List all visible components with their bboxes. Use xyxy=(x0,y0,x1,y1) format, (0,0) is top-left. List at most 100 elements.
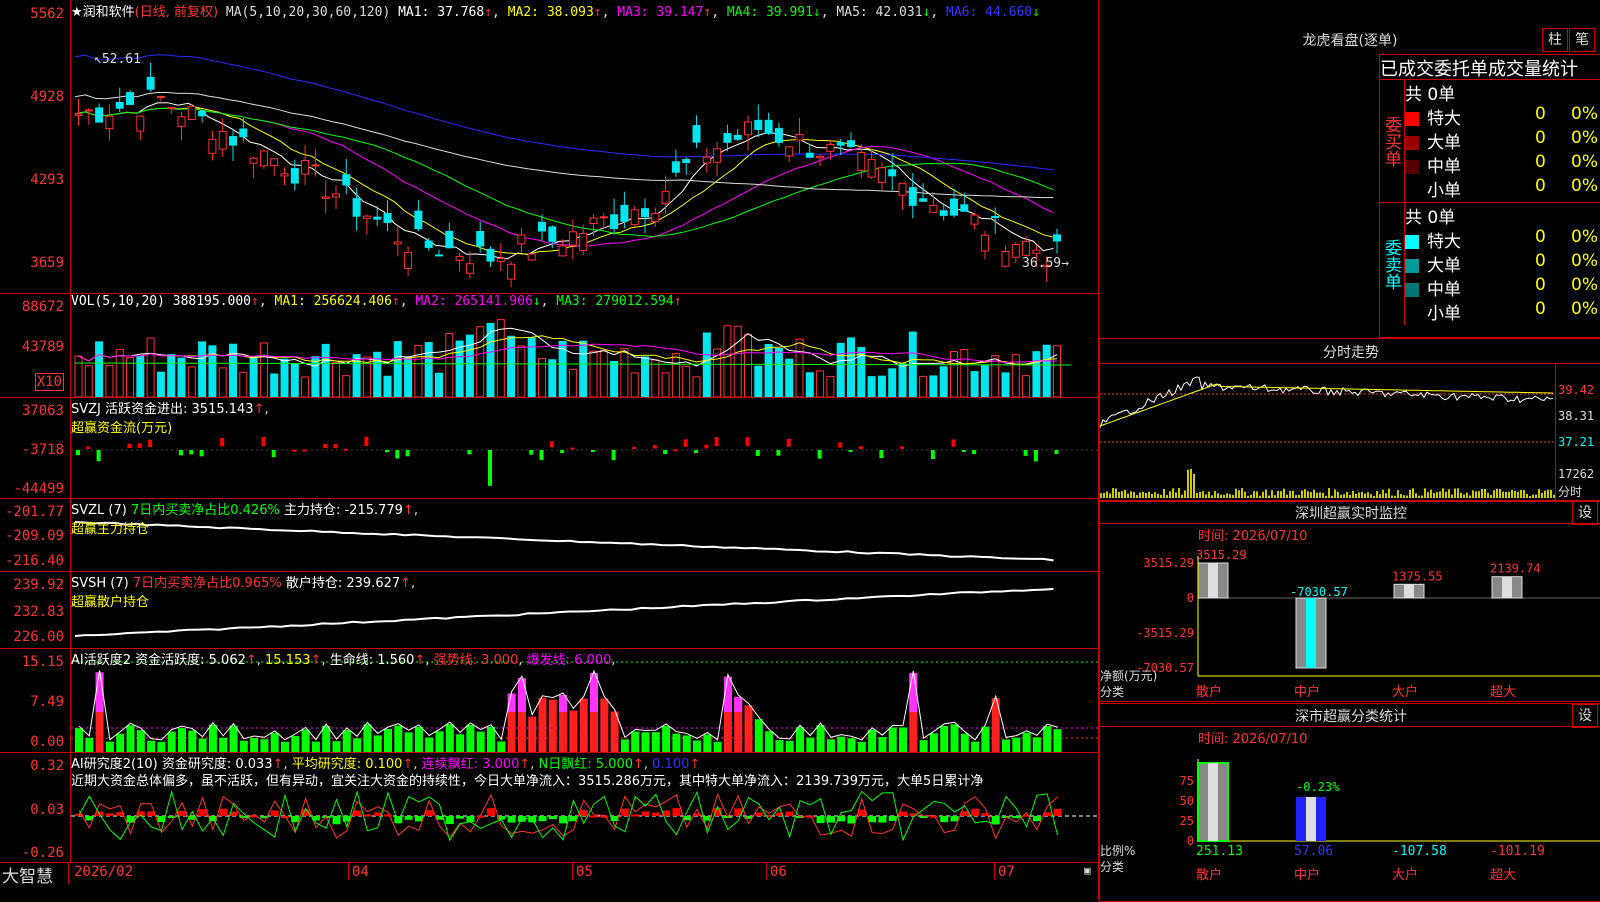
order-pct: 0% xyxy=(1571,152,1598,172)
settings-button[interactable]: 设 xyxy=(1572,501,1598,525)
price-tick: 5562 xyxy=(30,6,64,22)
intraday-volume-bar xyxy=(1106,491,1108,498)
activity-bar xyxy=(425,737,434,752)
ma-line-3 xyxy=(74,107,1054,247)
sz-monitor-panel[interactable]: 深圳超赢实时监控 设 时间: 2026/07/10 3515.29 0 -3515.… xyxy=(1099,500,1600,702)
intraday-volume-bar xyxy=(1247,495,1249,498)
intraday-volume-bar xyxy=(1319,492,1321,498)
intraday-volume-bar xyxy=(1397,490,1399,498)
intraday-volume-bar xyxy=(1400,493,1402,498)
date-axis: 大智慧 2026/02 04 05 06 07 ▣ xyxy=(0,862,1098,900)
category-label: 超大 xyxy=(1490,868,1516,883)
volume-bar xyxy=(980,365,989,397)
intraday-volume-bar xyxy=(1118,491,1120,498)
price-pane[interactable]: 5562 4928 4293 3659 ★润和软件(日线, 前复权) MA(5,… xyxy=(0,0,1098,294)
intraday-panel[interactable]: 分时走势 39.42 38.31 37.21 17262 分时 xyxy=(1099,338,1600,502)
activity-bar xyxy=(940,725,949,752)
volume-bar xyxy=(362,356,371,397)
column-view-button[interactable]: 柱 xyxy=(1542,28,1568,52)
flow-bar xyxy=(652,445,657,449)
volume-bar xyxy=(95,341,104,397)
order-size-label: 大单 xyxy=(1427,256,1461,276)
research-bar xyxy=(1053,808,1062,816)
intraday-volume-bar xyxy=(1187,469,1189,498)
order-size-label: 大单 xyxy=(1427,133,1461,153)
candle-body xyxy=(290,168,299,184)
volume-bar xyxy=(229,343,237,397)
volume-bar xyxy=(651,359,660,397)
intraday-volume-bar xyxy=(1382,489,1384,498)
flow-bar xyxy=(467,450,472,455)
candle-body xyxy=(847,140,855,147)
activity-bar xyxy=(950,724,959,752)
volume-bar xyxy=(383,375,392,397)
ma3-value: MA3: 39.147 xyxy=(617,5,704,20)
candle-body xyxy=(476,231,485,247)
intraday-volume-bar xyxy=(1415,493,1417,498)
intraday-volume-bar xyxy=(1115,488,1117,498)
activity-bar xyxy=(631,731,640,752)
svsh-pane[interactable]: 239.92 232.83 226.00 SVSH (7) 7日内买卖净占比0.… xyxy=(0,571,1098,649)
volume-bar xyxy=(888,368,897,397)
intraday-volume-bar xyxy=(1223,494,1225,498)
intraday-volume-bar xyxy=(1385,493,1387,498)
research-bar xyxy=(888,816,897,821)
intraday-volume-bar xyxy=(1451,494,1453,498)
category-label: 中户 xyxy=(1294,684,1320,700)
order-pct: 0% xyxy=(1571,104,1598,124)
candle-body xyxy=(393,241,402,245)
flow-bar xyxy=(776,450,781,456)
ai-research-pane[interactable]: 0.32 0.03 -0.26 AI研究度2(10) 资金研究度: 0.033↑… xyxy=(0,752,1098,863)
ratio-bar-chart[interactable]: 75 50 25 0 -0.23% 251.13 散户 57.06 中户 -107.58 大户 -10… xyxy=(1100,729,1600,901)
activity-bar xyxy=(662,725,671,752)
kline-chart-area[interactable]: 5562 4928 4293 3659 ★润和软件(日线, 前复权) MA(5,… xyxy=(0,0,1098,900)
research-bar xyxy=(620,808,629,816)
candle-body xyxy=(126,92,134,105)
activity-bar xyxy=(322,726,331,752)
color-swatch xyxy=(1405,112,1419,126)
ai-research-comment: 近期大资金总体偏多，虽不活跃，但有异动，宜关注大资金的持续性，今日大单净流入：3… xyxy=(71,774,984,789)
ai-activity-pane[interactable]: 15.15 7.49 0.00 AI活跃度2 资金活跃度: 5.062↑, 15… xyxy=(0,648,1098,753)
intraday-volume-bar xyxy=(1550,489,1552,498)
activity-bar xyxy=(445,724,454,752)
flow-bar xyxy=(570,447,575,450)
flow-bar xyxy=(271,450,276,458)
activity-bar xyxy=(178,728,186,752)
settings-button[interactable]: 设 xyxy=(1572,704,1598,728)
volume-bar xyxy=(991,355,1000,397)
activity-bar xyxy=(487,726,495,752)
volume-bar xyxy=(702,332,711,397)
candle-body xyxy=(167,106,176,109)
candlestick-chart[interactable] xyxy=(71,0,1098,293)
sz-class-panel[interactable]: 深市超赢分类统计 设 时间: 2026/07/10 75 50 25 0 -0.23% 2… xyxy=(1099,703,1600,902)
research-bar xyxy=(219,808,228,816)
ma-label: MA(5,10,20,30,60,120) xyxy=(225,5,391,20)
candle-body xyxy=(630,209,639,226)
intraday-volume-bar xyxy=(1202,491,1204,498)
order-count: 0 xyxy=(1535,176,1546,196)
volume-bar xyxy=(548,359,557,397)
value-label: -101.19 xyxy=(1490,844,1545,859)
intraday-volume-bar xyxy=(1121,491,1123,498)
flow-bar xyxy=(385,450,389,453)
price-legend: ★润和软件(日线, 前复权) MA(5,10,20,30,60,120) MA1… xyxy=(71,5,1040,20)
svzj-pane[interactable]: 37063 -3718 -44499 SVZJ 活跃资金进出: 3515.143… xyxy=(0,397,1098,499)
intraday-volume-bar xyxy=(1142,491,1144,498)
research-bar xyxy=(198,809,207,816)
order-size-label: 小单 xyxy=(1427,304,1461,324)
category-label: 散户 xyxy=(1196,684,1222,700)
volume-pane[interactable]: 88672 43789 X10 VOL(5,10,20) 388195.000↑… xyxy=(0,293,1098,398)
net-amount-bar-chart[interactable]: 3515.290-3515.29-7030.573515.29散户-7030.5… xyxy=(1100,526,1600,701)
ratio-bar-highlight xyxy=(1306,797,1316,841)
volume-bar xyxy=(414,344,423,397)
order-size-label: 中单 xyxy=(1427,280,1461,300)
ma-line-6 xyxy=(74,54,1054,171)
intraday-chart[interactable] xyxy=(1100,364,1555,500)
research-bar xyxy=(899,811,907,816)
svzl-pane[interactable]: -201.77 -209.09 -216.40 SVZL (7) 7日内买卖净占… xyxy=(0,498,1098,572)
tick-view-button[interactable]: 笔 xyxy=(1569,28,1595,52)
activity-bar xyxy=(116,733,125,752)
lock-icon[interactable]: ▣ xyxy=(1084,864,1091,877)
flow-bar xyxy=(786,438,791,447)
volume-bar xyxy=(476,326,485,397)
